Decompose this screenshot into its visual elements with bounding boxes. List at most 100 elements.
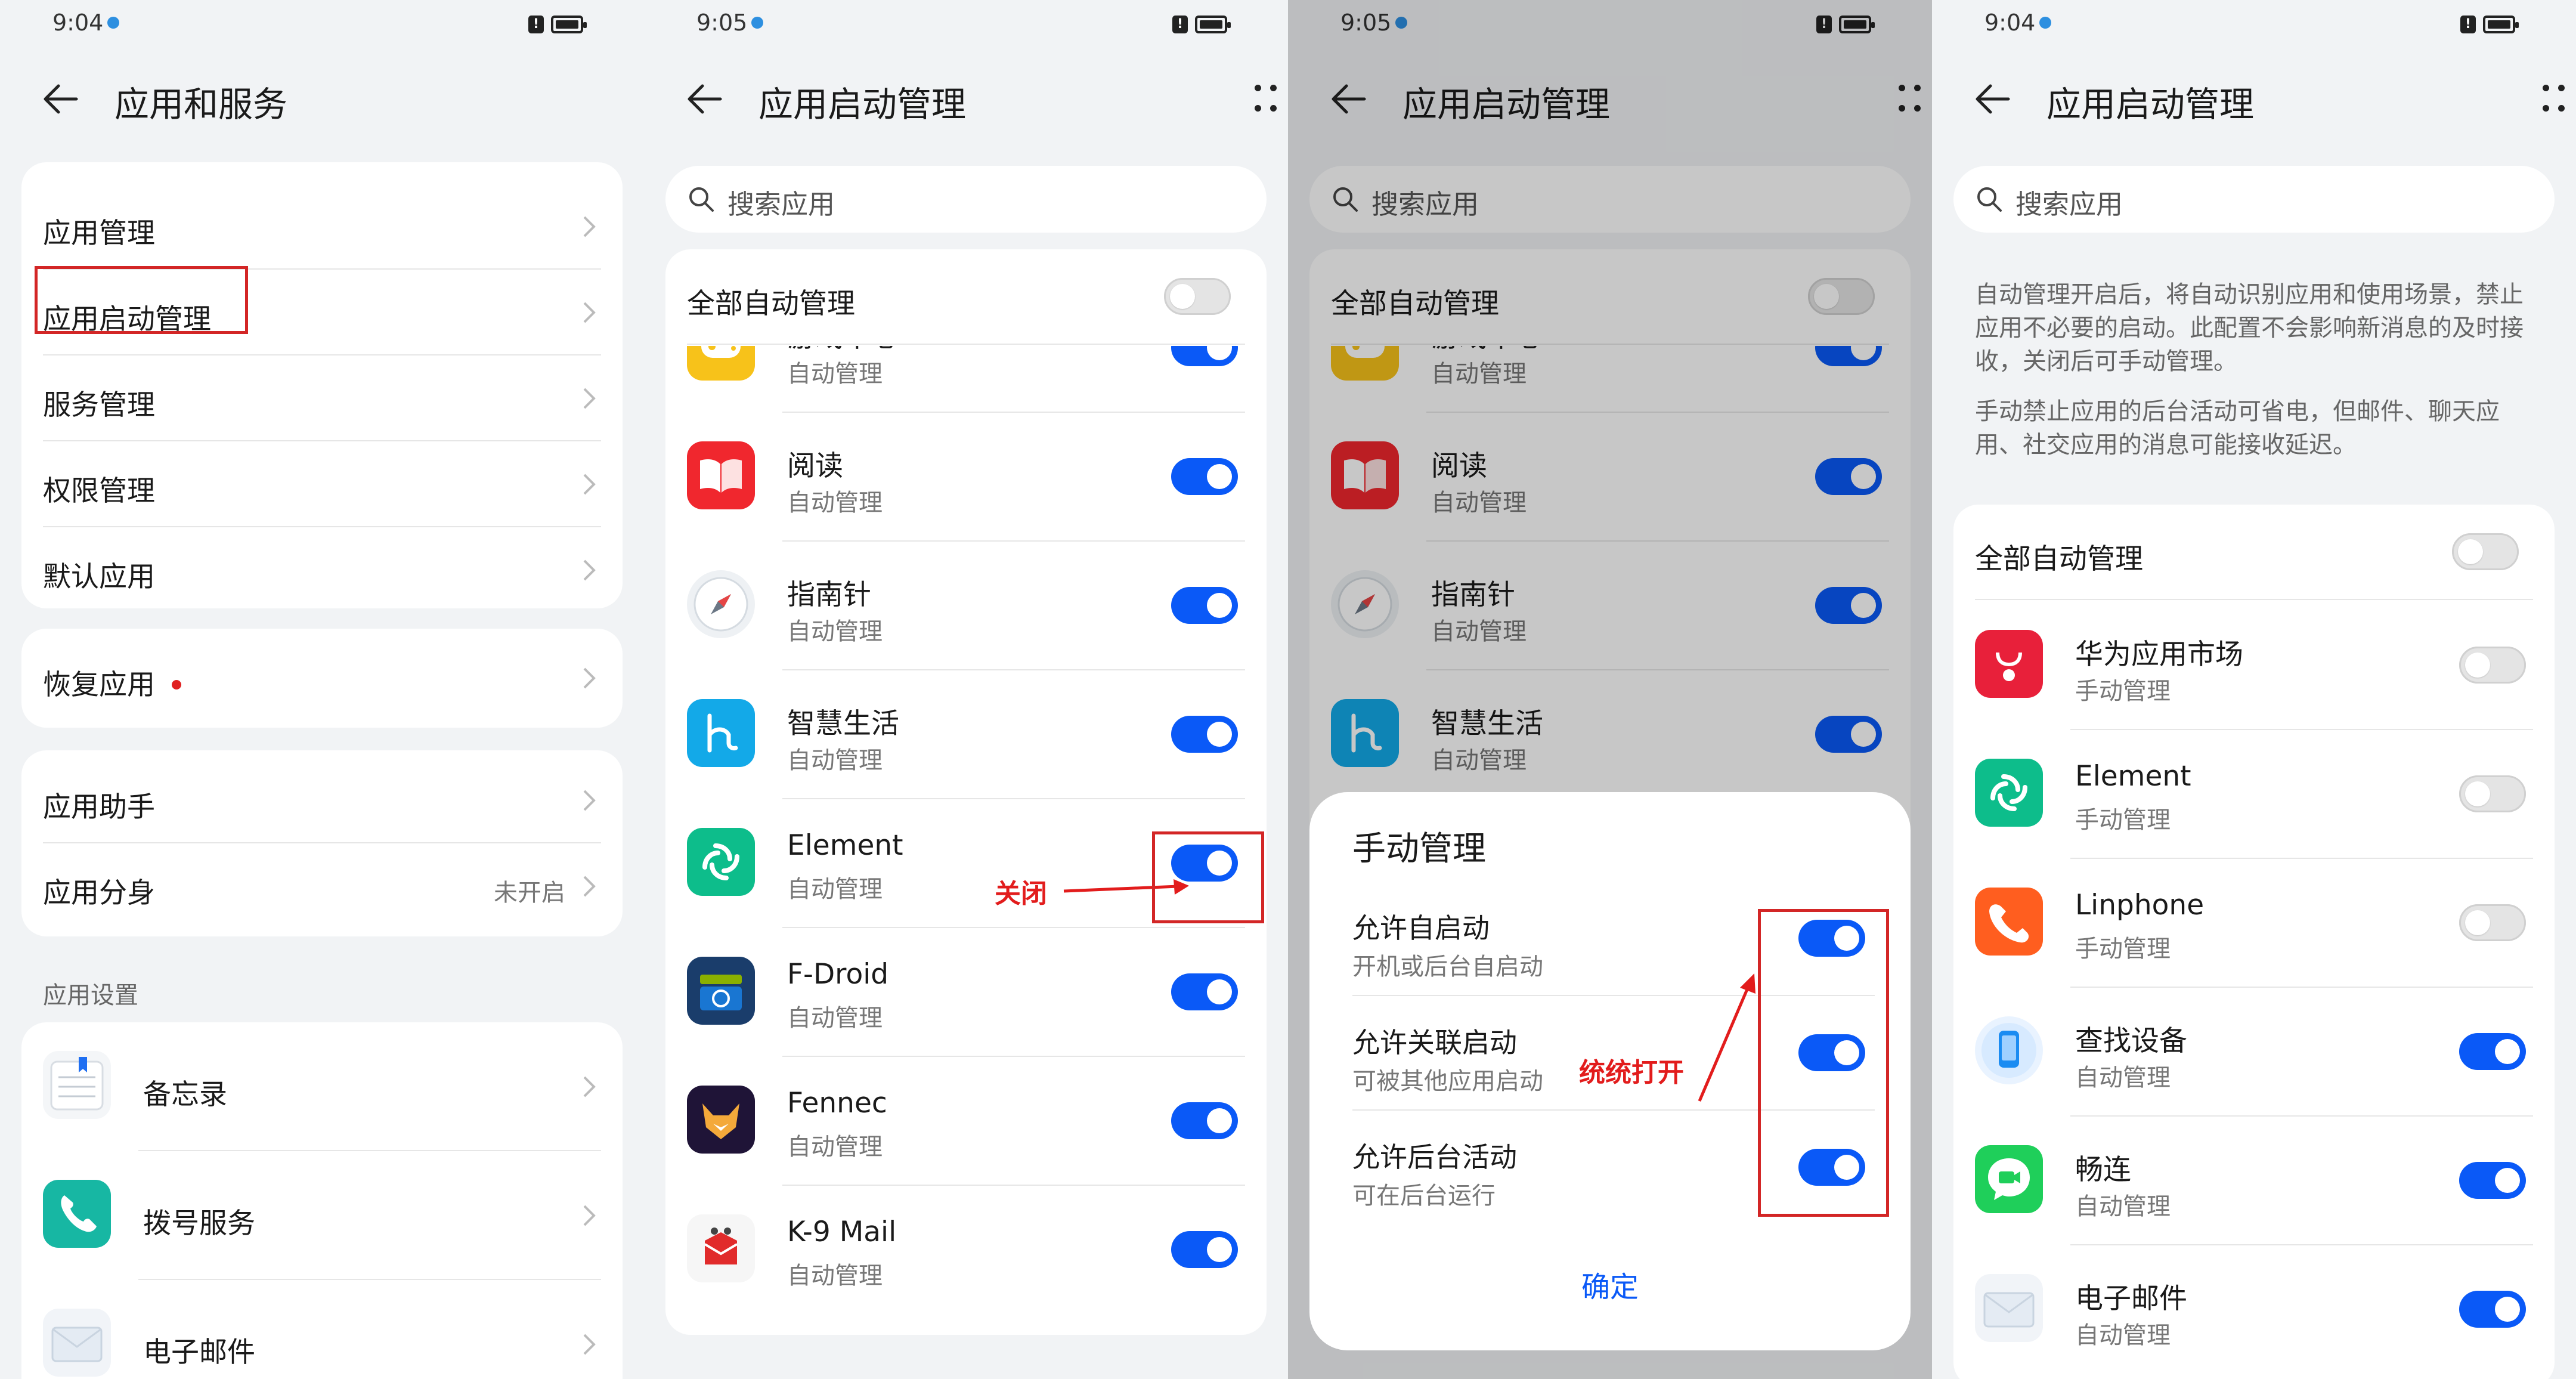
title-bar: 应用和服务 <box>0 66 644 131</box>
status-bar: 9:04 ! <box>1932 0 2576 54</box>
app-status: 自动管理 <box>787 876 883 903</box>
app-name: 电子邮件 <box>2075 1282 2187 1315</box>
app-toggle[interactable] <box>2459 775 2526 812</box>
chevron-right-icon <box>583 559 596 581</box>
app-name: K-9 Mail <box>787 1216 897 1248</box>
list-item-email[interactable]: 电子邮件 自动管理 <box>1975 1245 2533 1374</box>
list-item-permission-management[interactable]: 权限管理 <box>43 441 601 527</box>
list-item-k9-mail[interactable]: K-9 Mail 自动管理 <box>687 1186 1245 1315</box>
list-item-label: 权限管理 <box>43 475 155 508</box>
list-item-game-center[interactable]: 游戏中心 自动管理 <box>687 346 1245 413</box>
annotation-highlight-box <box>1152 831 1264 923</box>
list-item-compass[interactable]: 指南针 自动管理 <box>687 542 1245 670</box>
chevron-right-icon <box>583 216 596 237</box>
no-sim-icon: ! <box>2460 16 2476 33</box>
list-item-email[interactable]: 电子邮件 <box>43 1280 601 1379</box>
find-device-app-icon <box>1975 1016 2043 1084</box>
chevron-right-icon <box>583 1334 596 1355</box>
list-item-reading[interactable]: 阅读 自动管理 <box>687 413 1245 542</box>
search-placeholder: 搜索应用 <box>2015 188 2123 220</box>
list-item-service-management[interactable]: 服务管理 <box>43 355 601 441</box>
list-item-app-twin[interactable]: 应用分身 未开启 <box>43 843 601 929</box>
annotation-turn-all-on-label: 统统打开 <box>1579 1058 1684 1088</box>
app-list-card: 全部自动管理 游戏中心 自动管理 阅读 自动管理 指南针 自动管理 <box>665 249 1267 1335</box>
battery-icon <box>2483 16 2519 33</box>
email-app-icon <box>1975 1274 2043 1342</box>
list-item-meetime[interactable]: 畅连 自动管理 <box>1975 1117 2533 1245</box>
app-toggle[interactable] <box>1171 587 1238 624</box>
status-time: 9:05 <box>696 10 748 36</box>
shield-indicator-icon <box>107 17 119 29</box>
search-input[interactable]: 搜索应用 <box>1953 166 2555 233</box>
app-name: 拨号服务 <box>143 1207 255 1240</box>
app-toggle[interactable] <box>2459 1291 2526 1328</box>
phone-app-icon <box>43 1180 111 1248</box>
app-status: 自动管理 <box>787 1133 883 1161</box>
app-name: 阅读 <box>787 450 843 483</box>
list-item-linphone[interactable]: Linphone 手动管理 <box>1975 859 2533 988</box>
list-item-app-management[interactable]: 应用管理 <box>43 184 601 270</box>
list-item-dialer[interactable]: 拨号服务 <box>43 1151 601 1280</box>
chevron-right-icon <box>583 474 596 495</box>
game-center-app-icon <box>687 346 755 381</box>
list-item-f-droid[interactable]: F-Droid 自动管理 <box>687 928 1245 1057</box>
list-item-huawei-appgallery[interactable]: 华为应用市场 手动管理 <box>1975 601 2533 730</box>
no-sim-icon: ! <box>528 16 544 33</box>
screen-manual-manage-dialog: 9:05 ! 应用启动管理 搜索应用 全部自动管理 游戏中心 自动管理 <box>1288 0 1932 1379</box>
app-status: 手动管理 <box>2075 806 2171 834</box>
annotation-highlight-box <box>1758 909 1889 1217</box>
option-label: 允许自启动 <box>1352 912 1490 944</box>
list-item-notes[interactable]: 备忘录 <box>43 1022 601 1151</box>
search-icon <box>1977 187 2002 212</box>
app-toggle[interactable] <box>2459 1162 2526 1199</box>
app-toggle[interactable] <box>1171 1231 1238 1268</box>
all-auto-manage-toggle[interactable] <box>2452 533 2519 570</box>
app-name: 指南针 <box>787 579 871 611</box>
app-assistant-group: 应用助手 应用分身 未开启 <box>21 750 623 936</box>
list-item-label: 应用管理 <box>43 217 155 250</box>
list-item-smart-life[interactable]: 智慧生活 自动管理 <box>687 670 1245 799</box>
back-arrow-icon[interactable] <box>43 82 79 116</box>
all-auto-manage-toggle[interactable] <box>1164 278 1231 315</box>
battery-icon <box>1195 16 1231 33</box>
dialog-title: 手动管理 <box>1352 830 1486 868</box>
shield-indicator-icon <box>2039 17 2051 29</box>
app-toggle[interactable] <box>1171 716 1238 753</box>
app-status: 自动管理 <box>2075 1322 2171 1349</box>
list-item-app-assistant[interactable]: 应用助手 <box>43 757 601 843</box>
list-item-fennec[interactable]: Fennec 自动管理 <box>687 1057 1245 1186</box>
confirm-button[interactable]: 确定 <box>1309 1263 1911 1305</box>
screen-apps-and-services: 9:04 ! 应用和服务 应用管理 应用启动管理 服务管理 权限管理 默认应用 <box>0 0 644 1379</box>
more-options-icon[interactable] <box>1252 81 1278 117</box>
annotation-highlight-box <box>35 266 248 334</box>
app-toggle[interactable] <box>1171 973 1238 1010</box>
status-time: 9:04 <box>1984 10 2036 36</box>
app-toggle[interactable] <box>1171 1102 1238 1139</box>
back-arrow-icon[interactable] <box>687 82 723 116</box>
chevron-right-icon <box>583 302 596 323</box>
app-toggle[interactable] <box>2459 647 2526 684</box>
chevron-right-icon <box>583 1205 596 1226</box>
description-text: 自动管理开启后，将自动识别应用和使用场景，禁止应用不必要的启动。此配置不会影响新… <box>1975 281 2524 375</box>
notes-app-icon <box>43 1051 111 1119</box>
option-label: 允许关联启动 <box>1352 1026 1517 1059</box>
list-item-label: 应用分身 <box>43 877 155 910</box>
list-item-default-apps[interactable]: 默认应用 <box>43 527 601 608</box>
list-item-element[interactable]: Element 手动管理 <box>1975 730 2533 859</box>
title-bar: 应用启动管理 <box>644 66 1288 131</box>
option-label: 允许后台活动 <box>1352 1141 1517 1173</box>
search-icon <box>689 187 714 212</box>
app-toggle[interactable] <box>1171 458 1238 495</box>
search-input[interactable]: 搜索应用 <box>665 166 1267 233</box>
app-toggle[interactable] <box>1171 346 1238 366</box>
app-toggle[interactable] <box>2459 904 2526 941</box>
compass-app-icon <box>687 570 755 638</box>
list-item-find-device[interactable]: 查找设备 自动管理 <box>1975 988 2533 1117</box>
app-toggle[interactable] <box>2459 1033 2526 1070</box>
back-arrow-icon[interactable] <box>1975 82 2011 116</box>
restore-apps-group: 恢复应用 <box>21 629 623 728</box>
list-item-restore-apps[interactable]: 恢复应用 <box>43 635 601 721</box>
more-options-icon[interactable] <box>2540 81 2566 117</box>
screen-app-launch-management: 9:05 ! 应用启动管理 搜索应用 全部自动管理 游戏中心 自动管理 <box>644 0 1288 1379</box>
app-name: F-Droid <box>787 958 889 991</box>
